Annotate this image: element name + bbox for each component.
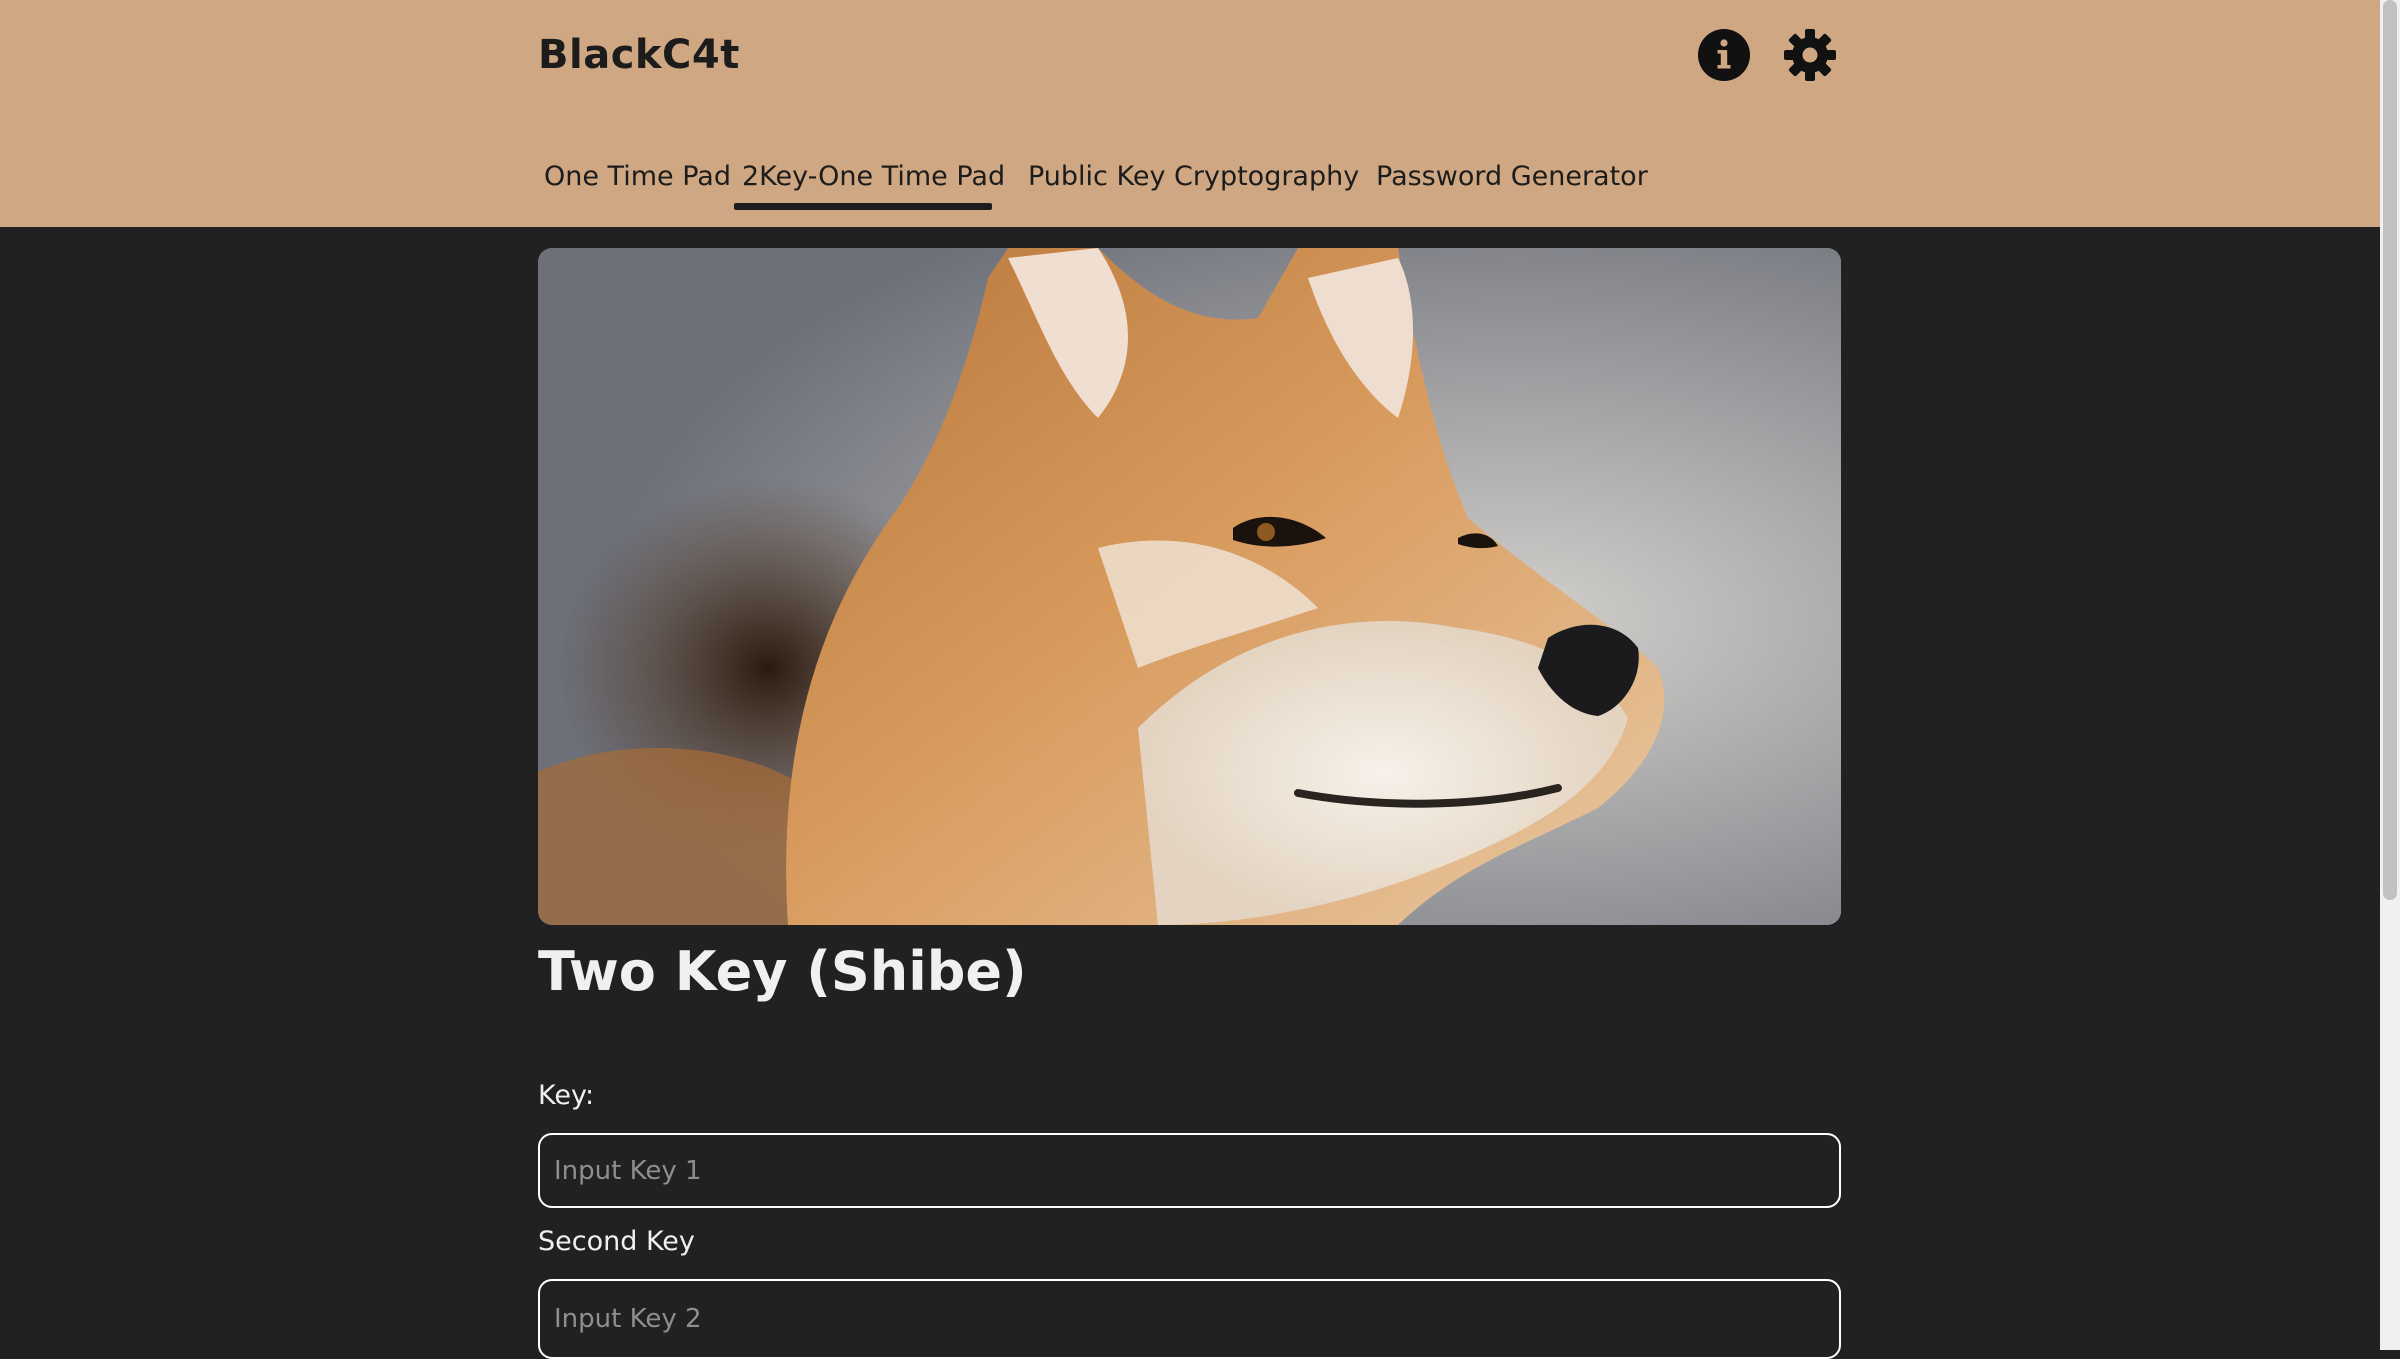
tab-2key-one-time-pad[interactable]: 2Key-One Time Pad (734, 150, 1005, 210)
key-2-input[interactable] (538, 1279, 1841, 1359)
nav-tabs: One Time Pad 2Key-One Time Pad Public Ke… (538, 150, 1648, 210)
tab-password-generator[interactable]: Password Generator (1376, 150, 1648, 210)
page-scrollbar[interactable] (2380, 0, 2400, 1350)
key-1-input[interactable] (538, 1133, 1841, 1208)
second-key-label: Second Key (538, 1226, 695, 1257)
scrollbar-thumb[interactable] (2383, 0, 2397, 900)
hero-image-shiba (538, 248, 1841, 925)
gear-icon[interactable] (1783, 28, 1837, 82)
tab-public-key-cryptography[interactable]: Public Key Cryptography (1028, 150, 1359, 210)
page-title: Two Key (Shibe) (538, 940, 1027, 1003)
key-label: Key: (538, 1080, 595, 1111)
tab-one-time-pad[interactable]: One Time Pad (544, 150, 731, 210)
brand-logo-text[interactable]: BlackC4t (538, 32, 740, 78)
top-header: BlackC4t One Time Pad 2Key-One Time Pad … (0, 0, 2380, 227)
info-icon[interactable] (1697, 28, 1751, 82)
